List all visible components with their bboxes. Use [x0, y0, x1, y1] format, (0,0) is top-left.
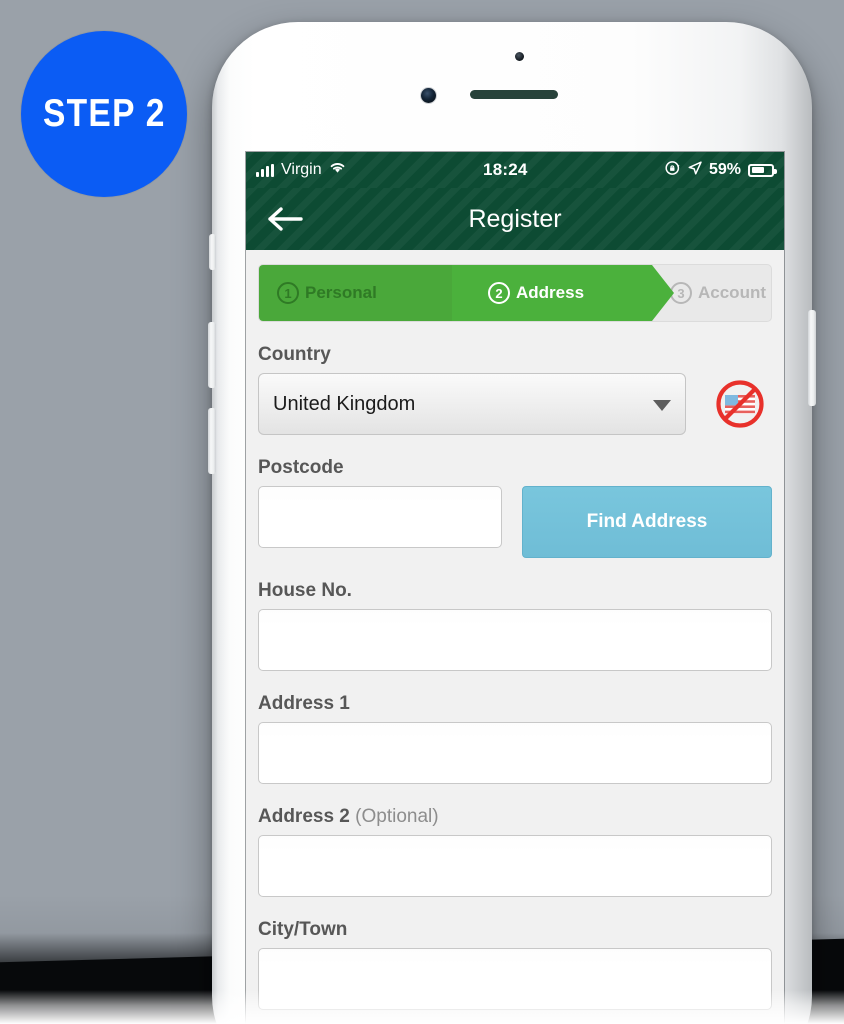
country-select-wrap: United Kingdom [258, 373, 686, 435]
address2-label-text: Address 2 [258, 806, 350, 827]
proximity-sensor-icon [515, 52, 524, 61]
step-label-account: Account [698, 283, 766, 302]
page-title: Register [468, 204, 562, 233]
house-no-label: House No. [258, 580, 352, 601]
find-address-button[interactable]: Find Address [522, 486, 772, 558]
status-bar: Virgin 18:24 59% [246, 152, 784, 188]
country-field-group: Country United Kingdom [258, 344, 772, 435]
phone-device: Virgin 18:24 59% Register 1 Personal 2 A… [208, 22, 816, 1024]
city-input[interactable] [258, 948, 772, 1010]
country-row: United Kingdom [258, 373, 772, 435]
status-bar-center: 18:24 [346, 160, 665, 180]
carrier-label: Virgin [281, 161, 322, 178]
postcode-field-group: Postcode Find Address [258, 457, 772, 558]
power-button[interactable] [808, 310, 816, 406]
postcode-row: Find Address [258, 486, 772, 558]
volume-down-button[interactable] [208, 408, 216, 474]
address2-label: Address 2 (Optional) [258, 806, 772, 828]
step-badge: STEP 2 [21, 31, 187, 197]
no-usa-icon [712, 376, 768, 432]
form-content: 1 Personal 2 Address 3 Account Country U… [246, 250, 784, 1024]
step-number-1: 1 [277, 282, 299, 304]
address1-label: Address 1 [258, 693, 350, 714]
location-arrow-icon [688, 160, 702, 180]
city-label: City/Town [258, 919, 348, 940]
house-no-field-group: House No. [258, 580, 772, 671]
battery-percent-label: 59% [708, 161, 741, 178]
country-selected-value: United Kingdom [273, 392, 416, 415]
postcode-label: Postcode [258, 457, 344, 478]
front-camera-icon [421, 88, 436, 103]
stepper-step-address[interactable]: 2 Address [452, 265, 674, 321]
navigation-bar: Register [246, 188, 784, 250]
status-bar-left: Virgin [256, 161, 346, 179]
address1-field-group: Address 1 [258, 693, 772, 784]
progress-stepper: 1 Personal 2 Address 3 Account [258, 264, 772, 322]
battery-icon [748, 163, 777, 177]
find-address-label: Find Address [586, 511, 708, 532]
address2-input[interactable] [258, 835, 772, 897]
phone-screen: Virgin 18:24 59% Register 1 Personal 2 A… [246, 152, 784, 1024]
address2-field-group: Address 2 (Optional) [258, 806, 772, 897]
screenshot-root: STEP 2 Virgin 18:24 59% Register 1 Perso… [0, 0, 844, 1024]
postcode-input[interactable] [258, 486, 502, 548]
country-label: Country [258, 344, 331, 365]
step-label-personal: Personal [305, 283, 377, 302]
step-label-address: Address [516, 283, 585, 302]
volume-up-button[interactable] [208, 322, 216, 388]
step-number-2: 2 [488, 282, 510, 304]
rotation-lock-icon [665, 160, 681, 181]
chevron-down-icon [653, 400, 671, 411]
back-arrow-icon[interactable] [264, 203, 306, 235]
navbar-stripes [246, 188, 784, 250]
clock-label: 18:24 [483, 160, 528, 179]
city-field-group: City/Town [258, 919, 772, 1010]
stepper-step-personal[interactable]: 1 Personal [259, 265, 496, 321]
address2-optional-text: (Optional) [355, 806, 439, 827]
step-badge-label: STEP 2 [42, 92, 166, 135]
mute-switch-button[interactable] [209, 234, 216, 270]
status-bar-right: 59% [665, 160, 777, 181]
country-select[interactable]: United Kingdom [258, 373, 686, 435]
address1-input[interactable] [258, 722, 772, 784]
earpiece-speaker [470, 90, 558, 99]
house-no-input[interactable] [258, 609, 772, 671]
signal-bars-icon [256, 163, 274, 177]
wifi-icon [329, 161, 346, 179]
